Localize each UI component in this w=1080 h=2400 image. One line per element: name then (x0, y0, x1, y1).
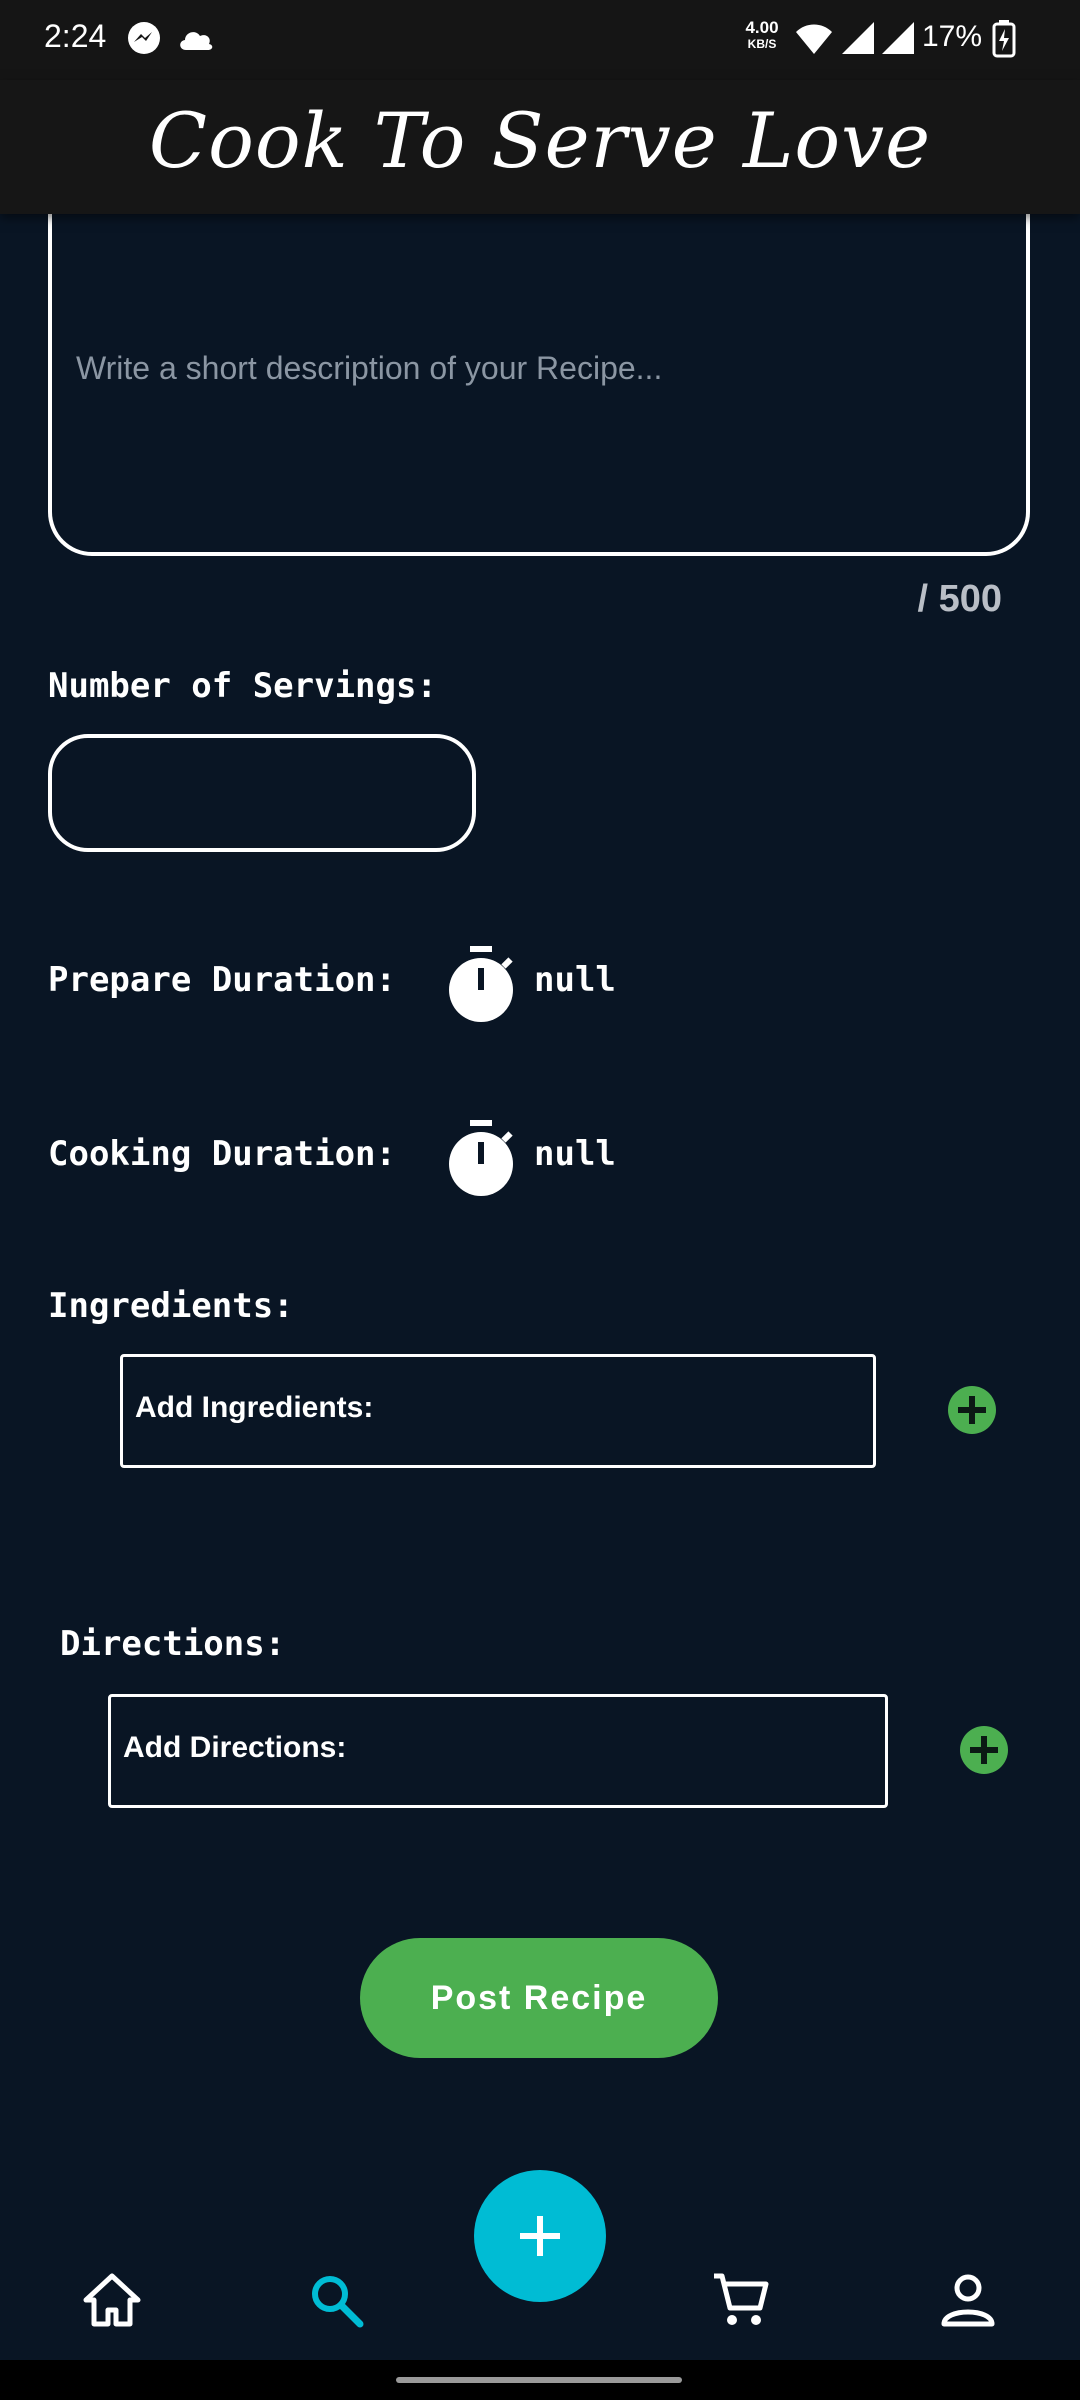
add-ingredient-icon[interactable] (948, 1386, 996, 1434)
wifi-icon (794, 22, 834, 60)
app-title: Cook To Serve Love (148, 96, 932, 185)
net-speed-value: 4.00 (745, 18, 779, 37)
cloud-icon (176, 24, 216, 56)
messenger-icon (126, 20, 162, 60)
signal-icon (840, 20, 876, 60)
ingredients-input-label: Add Ingredients: (135, 1391, 374, 1424)
app-header: Cook To Serve Love (0, 80, 1080, 214)
ingredients-input[interactable]: Add Ingredients: (120, 1354, 876, 1468)
description-char-counter: / 500 (917, 578, 1002, 620)
battery-percent: 17% (922, 20, 983, 53)
post-recipe-button[interactable]: Post Recipe (360, 1938, 718, 2058)
status-bar: 2:24 4.00 KB/S 17% (0, 0, 1080, 80)
description-input[interactable] (48, 180, 1030, 560)
cooking-duration-label: Cooking Duration: (48, 1134, 396, 1174)
profile-icon[interactable] (938, 2270, 998, 2330)
status-time: 2:24 (44, 18, 107, 54)
search-icon[interactable] (306, 2270, 366, 2330)
directions-input[interactable]: Add Directions: (108, 1694, 888, 1808)
prepare-duration-label: Prepare Duration: (48, 960, 396, 1000)
add-direction-icon[interactable] (960, 1726, 1008, 1774)
cart-icon[interactable] (710, 2270, 770, 2330)
signal-icon-2 (880, 20, 916, 60)
directions-input-label: Add Directions: (123, 1731, 347, 1764)
cooking-timer-icon[interactable] (446, 1118, 516, 1198)
add-recipe-fab[interactable] (474, 2170, 606, 2302)
net-speed: 4.00 KB/S (738, 18, 786, 52)
servings-label: Number of Servings: (48, 666, 437, 706)
gesture-handle[interactable] (396, 2377, 682, 2383)
ingredients-label: Ingredients: (48, 1286, 294, 1326)
servings-input[interactable] (48, 734, 476, 852)
battery-icon (992, 20, 1016, 62)
prepare-timer-icon[interactable] (446, 944, 516, 1024)
home-icon[interactable] (82, 2270, 142, 2330)
cooking-duration-value: null (534, 1134, 616, 1174)
net-speed-unit: KB/S (747, 37, 777, 51)
prepare-duration-value: null (534, 960, 616, 1000)
directions-label: Directions: (60, 1624, 286, 1664)
